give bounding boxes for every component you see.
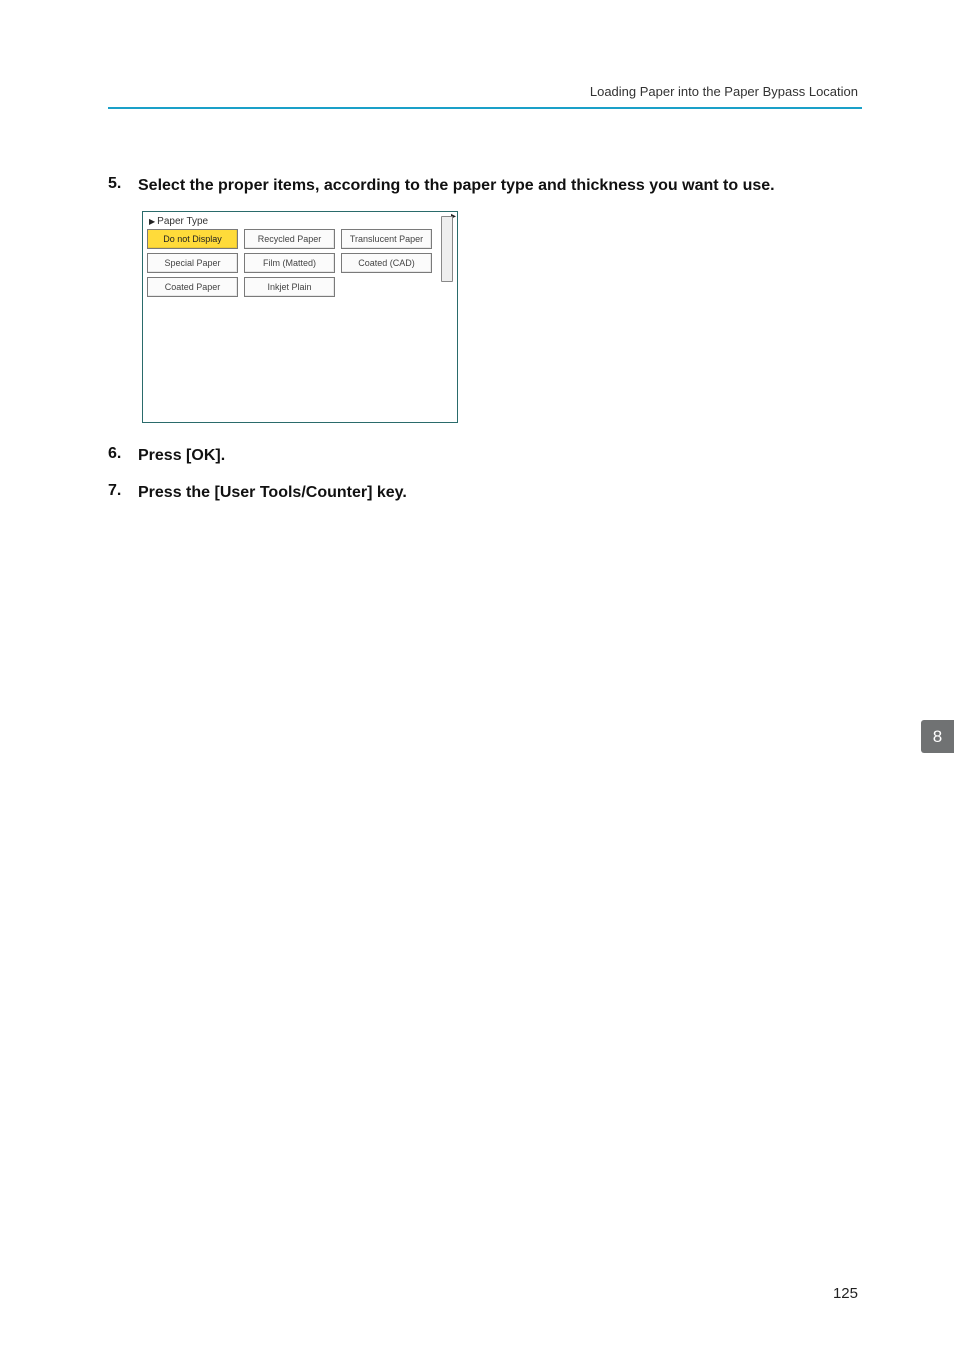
scrollbar[interactable] [441,216,453,282]
paper-type-option-do-not-display[interactable]: Do not Display [147,229,238,249]
page-number: 125 [833,1285,858,1302]
paper-type-screenshot: ▸ Paper Type Do not Display Recycled Pap… [142,211,458,423]
step-7: 7. Press the [User Tools/Counter] key. [108,482,862,504]
step-text: Press the [User Tools/Counter] key. [138,482,407,504]
step-text: Press [OK]. [138,445,225,467]
step-text: Select the proper items, according to th… [138,175,775,197]
paper-type-button-grid: Do not Display Recycled Paper Translucen… [147,229,433,297]
running-header: Loading Paper into the Paper Bypass Loca… [108,84,862,99]
step-5: 5. Select the proper items, according to… [108,175,862,197]
paper-type-option-recycled[interactable]: Recycled Paper [244,229,335,249]
step-number: 5. [108,175,130,197]
paper-type-option-inkjet-plain[interactable]: Inkjet Plain [244,277,335,297]
step-number: 7. [108,482,130,504]
paper-type-option-special[interactable]: Special Paper [147,253,238,273]
header-rule [108,107,862,109]
paper-type-option-film-matted[interactable]: Film (Matted) [244,253,335,273]
step-number: 6. [108,445,130,467]
paper-type-option-coated-cad[interactable]: Coated (CAD) [341,253,432,273]
paper-type-title: Paper Type [149,216,433,227]
chapter-tab: 8 [921,720,954,753]
step-6: 6. Press [OK]. [108,445,862,467]
paper-type-option-translucent[interactable]: Translucent Paper [341,229,432,249]
paper-type-option-coated-paper[interactable]: Coated Paper [147,277,238,297]
